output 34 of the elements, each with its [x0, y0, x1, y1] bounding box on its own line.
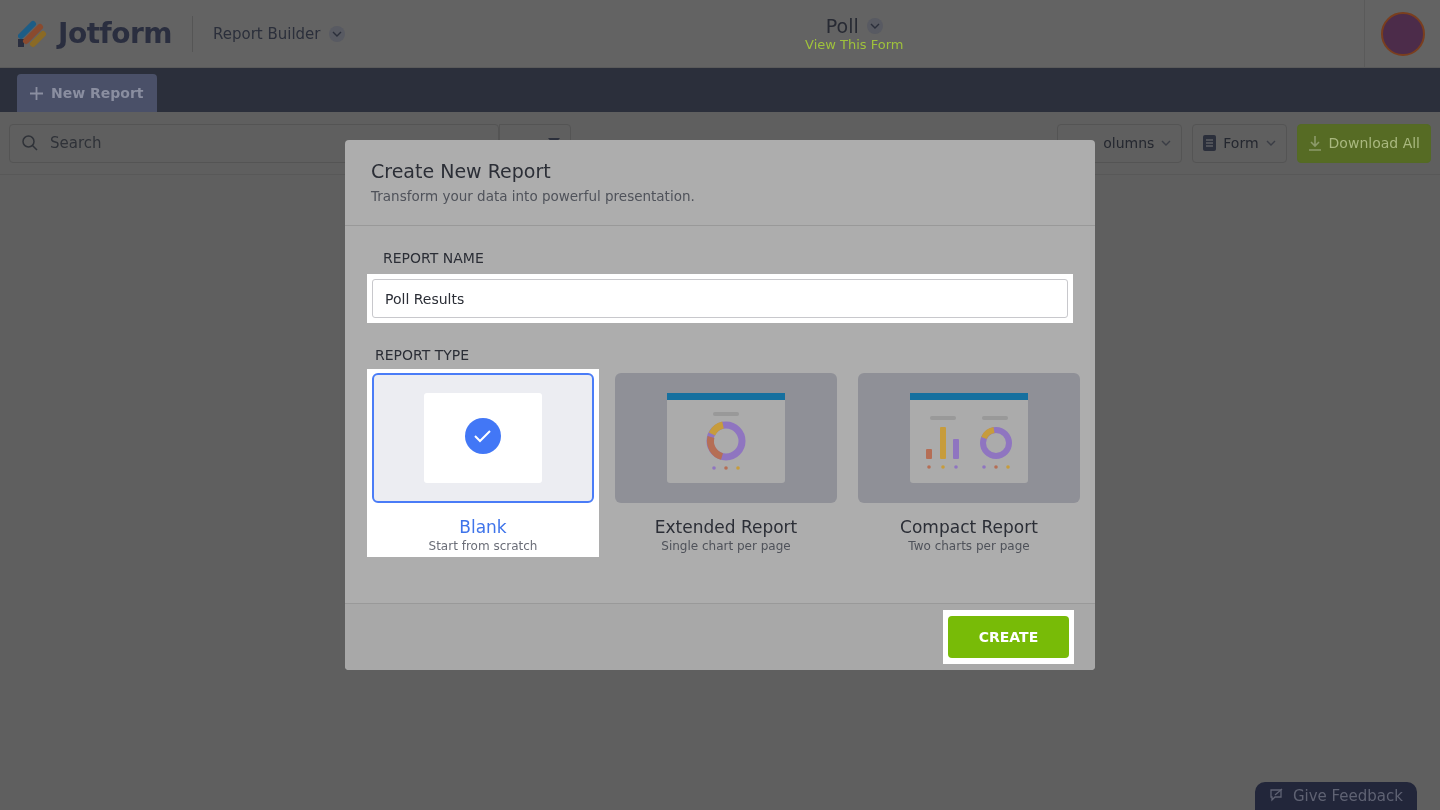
- form-title: Poll: [825, 15, 859, 37]
- card-subtitle: Single chart per page: [661, 539, 791, 553]
- view-form-link[interactable]: View This Form: [805, 37, 904, 52]
- dropdown-button[interactable]: Form: [1192, 123, 1287, 163]
- feedback-icon: [1268, 788, 1285, 804]
- dialog-subtitle: Transform your data into powerful presentation.: [371, 188, 696, 204]
- new-report-tab[interactable]: New Report: [17, 74, 157, 112]
- report-builder-dropdown[interactable]: Report Builder: [212, 24, 345, 43]
- report-type-card[interactable]: [615, 373, 837, 503]
- report-type-card[interactable]: [372, 373, 594, 503]
- card-title: Extended Report: [654, 517, 798, 537]
- caret-icon: [869, 23, 880, 29]
- search-icon: [22, 135, 38, 151]
- report-name-field[interactable]: Poll Results: [372, 279, 1068, 318]
- create-button[interactable]: CREATE: [948, 616, 1069, 658]
- plus-icon: [30, 86, 43, 100]
- caret-icon: [1161, 140, 1172, 146]
- caret-icon: [331, 30, 342, 37]
- report-type-card[interactable]: [858, 373, 1080, 503]
- field-label: REPORT NAME: [382, 250, 485, 266]
- dialog-title: Create New Report: [371, 160, 552, 182]
- caret-icon: [1265, 140, 1276, 146]
- logo-text: Jotform: [58, 17, 172, 50]
- chevron-icon[interactable]: [866, 18, 883, 34]
- card-title: Blank: [459, 517, 507, 537]
- card-title: Compact Report: [900, 517, 1038, 537]
- card-subtitle: Two charts per page: [908, 539, 1030, 553]
- document-icon: [1203, 135, 1217, 151]
- download-button[interactable]: Download All: [1296, 123, 1431, 163]
- logo-icon: [18, 18, 48, 49]
- feedback-button[interactable]: Give Feedback: [1254, 782, 1417, 810]
- card-subtitle: Start from scratch: [428, 539, 538, 553]
- field-label: REPORT TYPE: [374, 347, 471, 363]
- download-icon: [1307, 135, 1322, 151]
